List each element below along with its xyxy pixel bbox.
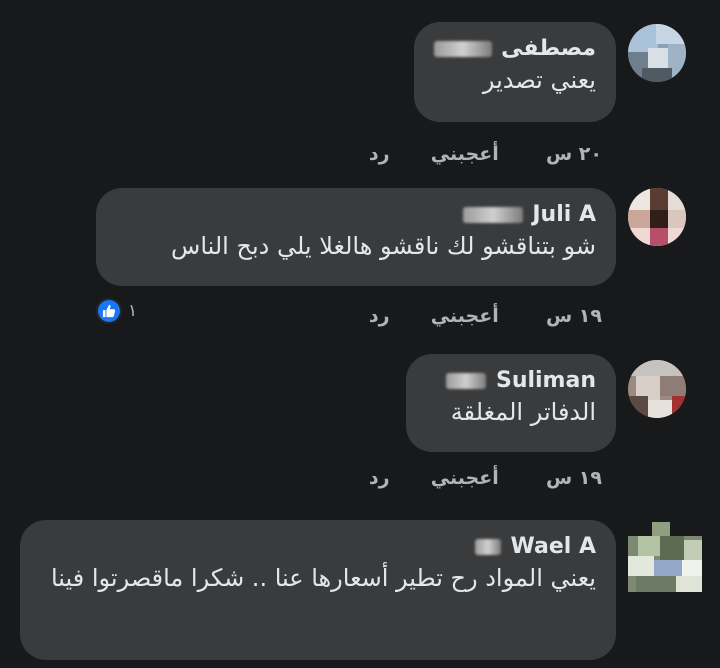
- comment-bubble: مصطفى يعني تصدير: [414, 22, 616, 122]
- reply-button[interactable]: رد: [369, 467, 390, 489]
- like-button[interactable]: أعجبني: [431, 305, 499, 327]
- reply-button[interactable]: رد: [369, 143, 390, 165]
- redacted-name: [462, 207, 523, 223]
- comment-actions: ٢٠ س أعجبني رد: [369, 143, 602, 165]
- comment-time[interactable]: ١٩ س: [546, 467, 602, 489]
- comment-time[interactable]: ١٩ س: [546, 305, 602, 327]
- comment-author[interactable]: مصطفى: [433, 36, 596, 61]
- avatar[interactable]: [628, 520, 702, 592]
- like-button[interactable]: أعجبني: [431, 143, 499, 165]
- comment-author[interactable]: Juli A: [116, 202, 596, 227]
- comment-bubble: Juli A شو بتناقشو لك ناقشو هالغلا يلي دب…: [96, 188, 616, 286]
- redacted-name: [474, 539, 501, 555]
- comment-bubble: Wael A يعني المواد رح تطير أسعارها عنا .…: [20, 520, 616, 660]
- comment-actions: ١٩ س أعجبني رد: [369, 467, 602, 489]
- comment-actions: ١٩ س أعجبني رد: [369, 305, 602, 327]
- comment-time[interactable]: ٢٠ س: [546, 143, 602, 165]
- redacted-name: [446, 373, 487, 389]
- redacted-name: [433, 41, 492, 57]
- comment-text: يعني تصدير: [482, 66, 596, 94]
- avatar[interactable]: [628, 360, 686, 418]
- comment-author[interactable]: Suliman: [426, 368, 596, 393]
- comment-text: يعني المواد رح تطير أسعارها عنا .. شكرا …: [50, 564, 596, 592]
- comment-text: الدفاتر المغلقة: [450, 398, 596, 426]
- avatar[interactable]: [628, 24, 686, 82]
- reaction-count[interactable]: ١: [96, 298, 137, 324]
- avatar[interactable]: [628, 188, 686, 246]
- like-button[interactable]: أعجبني: [431, 467, 499, 489]
- reply-button[interactable]: رد: [369, 305, 390, 327]
- comment-author[interactable]: Wael A: [40, 534, 596, 559]
- thumbs-up-icon: [96, 298, 122, 324]
- reaction-number: ١: [128, 301, 138, 321]
- comment-text: شو بتناقشو لك ناقشو هالغلا يلي دبح الناس: [171, 232, 596, 260]
- comment-bubble: Suliman الدفاتر المغلقة: [406, 354, 616, 452]
